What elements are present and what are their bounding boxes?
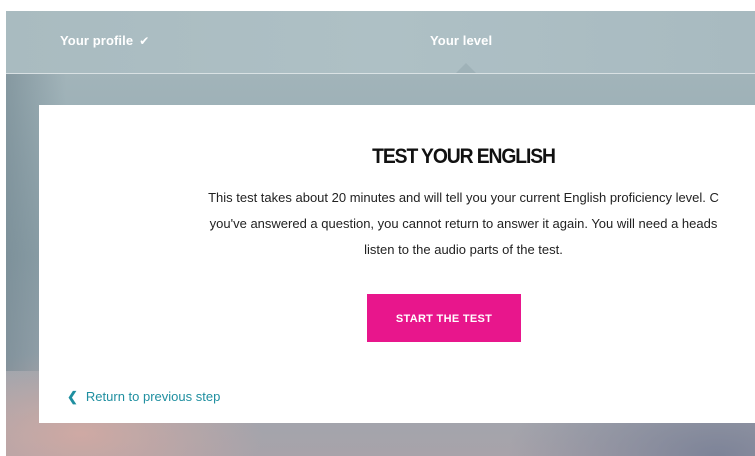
active-step-indicator bbox=[456, 63, 476, 73]
description-line: listen to the audio parts of the test. bbox=[364, 242, 563, 257]
progress-steps-bar: Your profile ✔ Your level bbox=[6, 11, 755, 74]
start-test-button[interactable]: START THE TEST bbox=[367, 294, 521, 342]
test-intro-card: TEST YOUR ENGLISH This test takes about … bbox=[39, 105, 755, 423]
description-line: This test takes about 20 minutes and wil… bbox=[208, 190, 719, 205]
page-title: TEST YOUR ENGLISH bbox=[372, 145, 556, 168]
step-your-level[interactable]: Your level bbox=[430, 33, 492, 48]
check-icon: ✔ bbox=[139, 34, 150, 48]
step-label: Your profile bbox=[60, 33, 134, 48]
step-your-profile[interactable]: Your profile ✔ bbox=[60, 33, 149, 48]
chevron-left-icon: ❮ bbox=[67, 389, 78, 404]
description-line: you've answered a question, you cannot r… bbox=[209, 216, 718, 231]
back-link-label: Return to previous step bbox=[85, 389, 221, 404]
page-background: Your profile ✔ Your level TEST YOUR ENGLI… bbox=[6, 11, 755, 456]
step-label: Your level bbox=[430, 33, 493, 48]
return-to-previous-step-link[interactable]: ❮ Return to previous step bbox=[67, 389, 220, 405]
